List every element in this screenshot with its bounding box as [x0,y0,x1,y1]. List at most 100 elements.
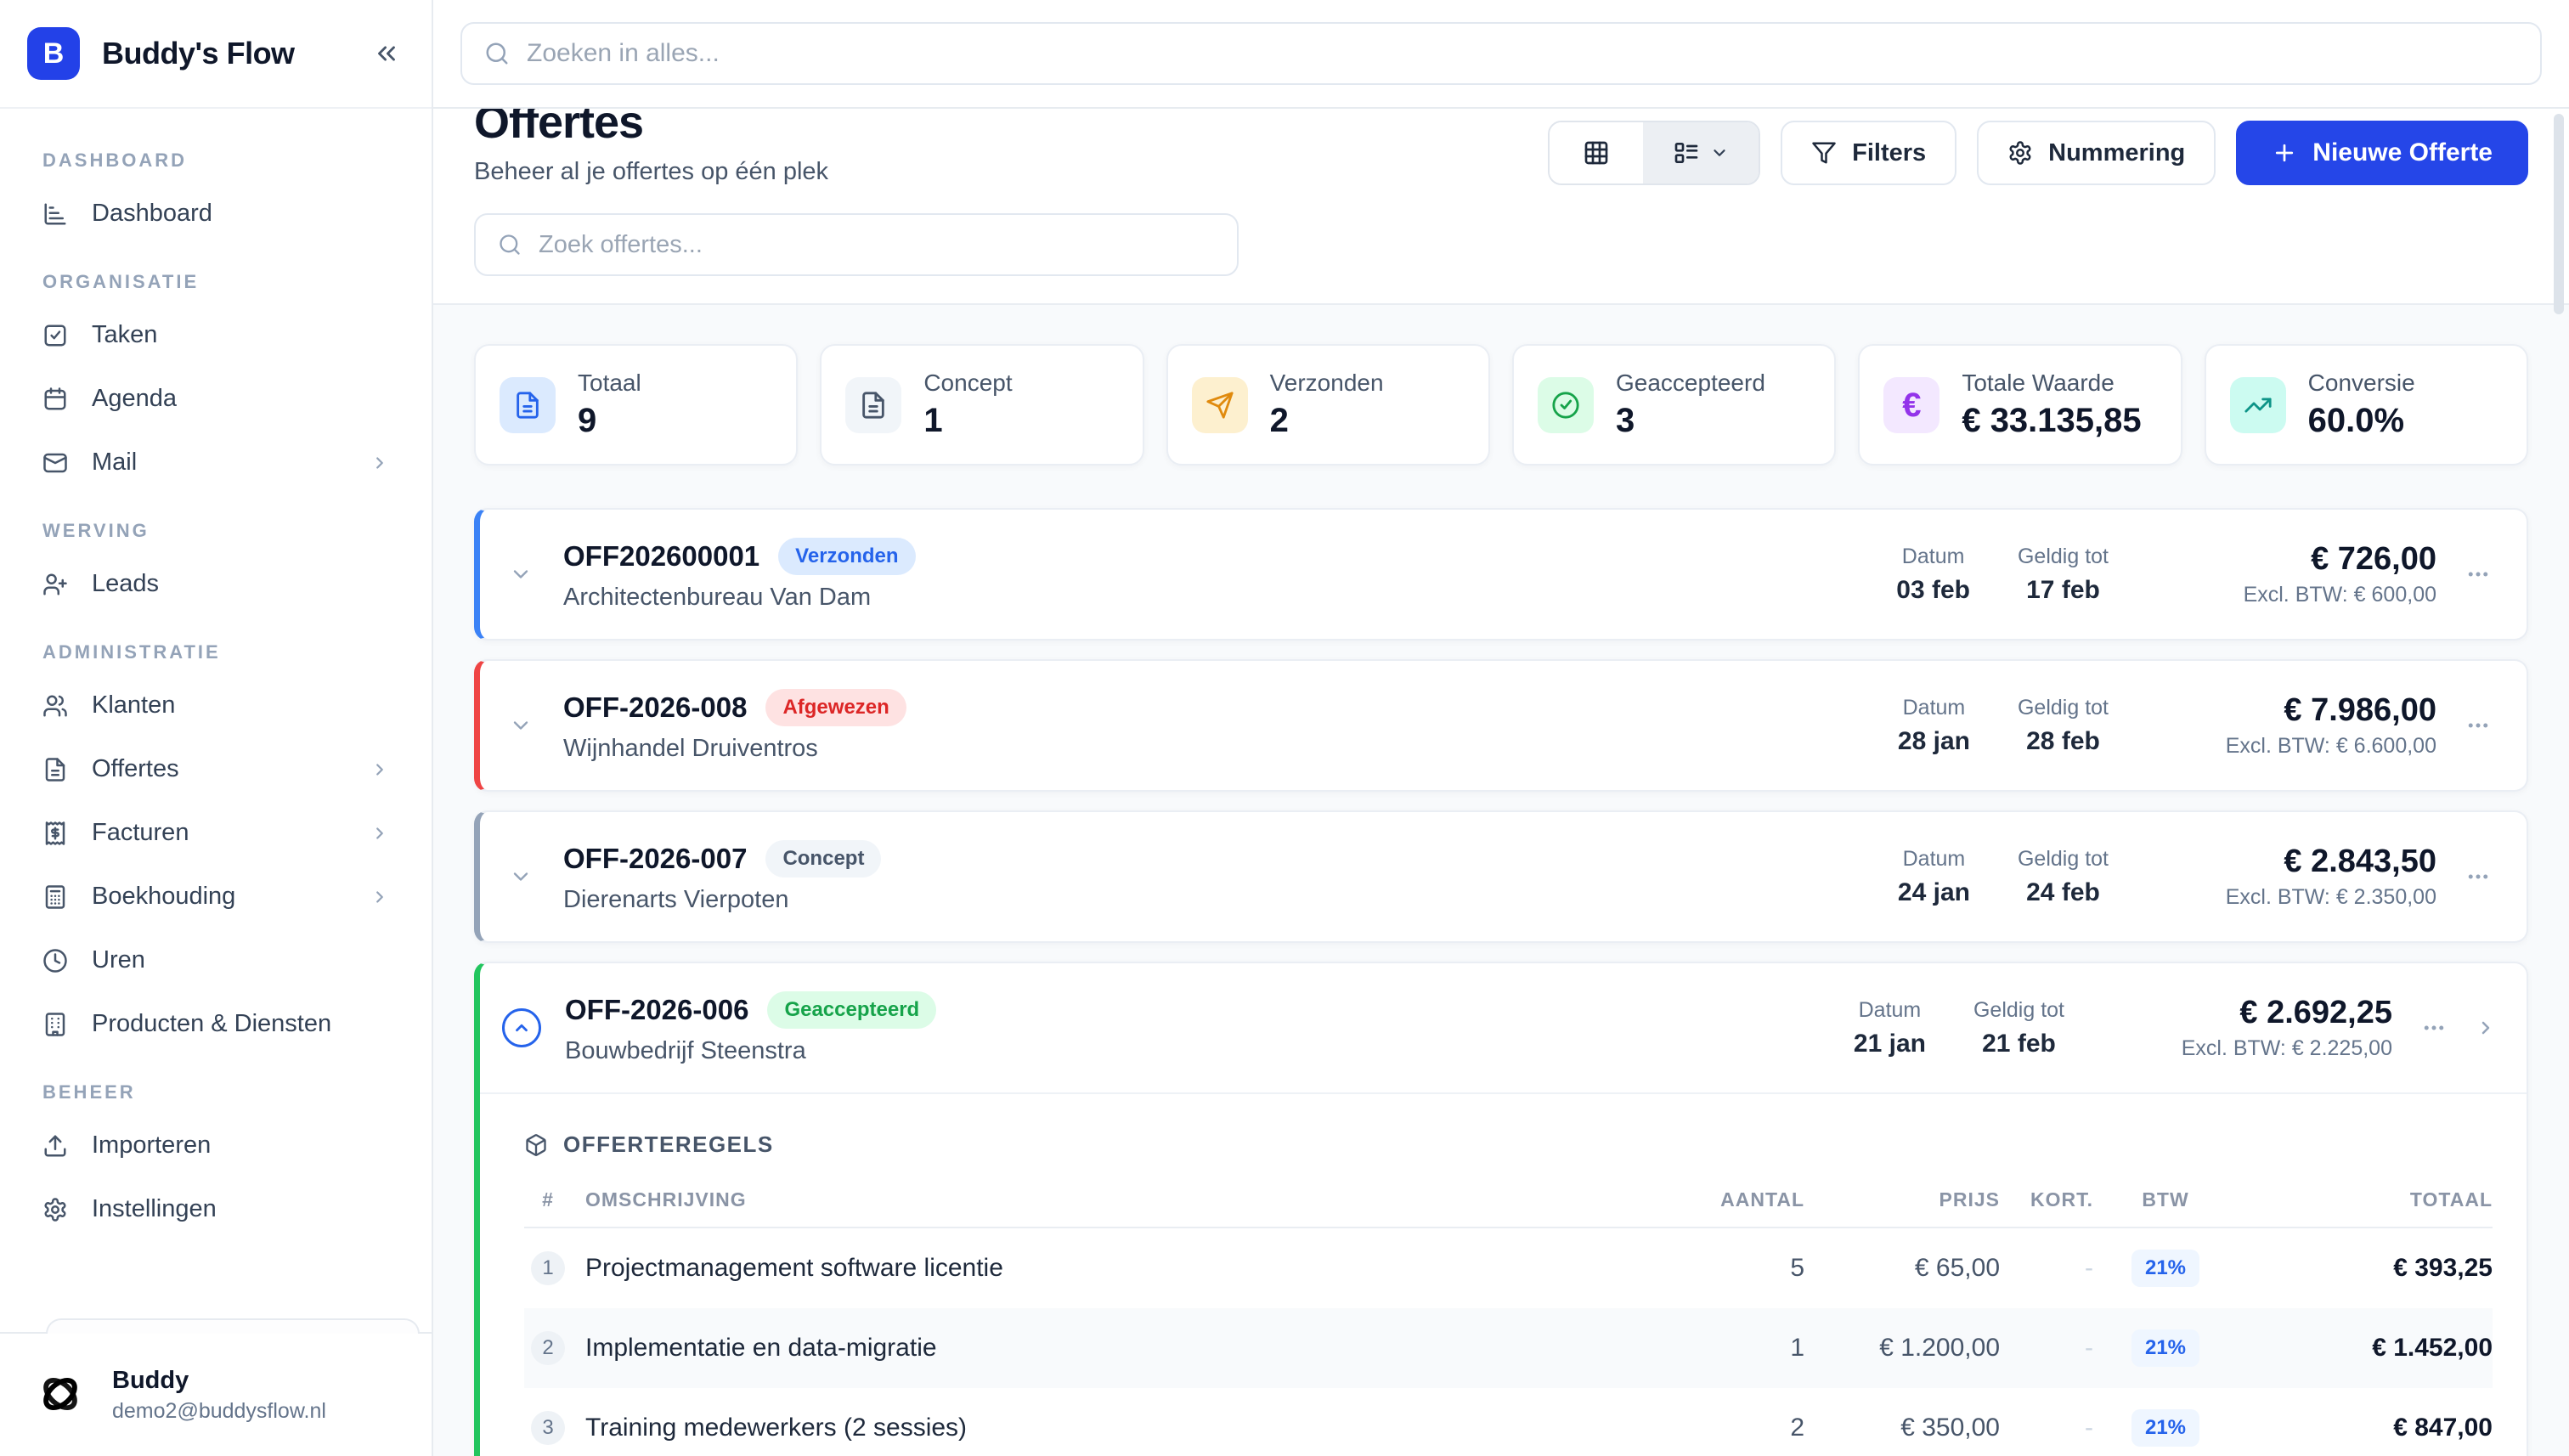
sidebar-item-producten[interactable]: Producten & Diensten [22,992,409,1056]
more-menu-icon[interactable] [2460,864,2496,889]
sidebar-item-leads[interactable]: Leads [22,552,409,616]
line-item-row: 1 Projectmanagement software licentie 5 … [524,1228,2493,1308]
sidebar-nav: DASHBOARD Dashboard ORGANISATIE Taken Ag… [0,109,432,1241]
chevron-down-icon[interactable] [502,714,539,737]
quote-id: OFF-2026-008 [563,691,747,724]
more-menu-icon[interactable] [2460,562,2496,587]
sidebar-item-label: Importeren [92,1132,211,1160]
sidebar-collapse-icon[interactable] [372,39,401,68]
quote-card[interactable]: OFF-2026-008 Afgewezen Wijnhandel Druive… [474,659,2528,792]
sidebar-item-label: Uren [92,946,145,974]
section-label-administratie: ADMINISTRATIE [22,641,409,663]
status-badge: Afgewezen [765,689,906,726]
stat-card-geaccepteerd: Geaccepteerd3 [1512,344,1836,466]
chevron-down-icon[interactable] [502,865,539,889]
app-title: Buddy's Flow [102,36,295,71]
nummering-button[interactable]: Nummering [1977,121,2216,185]
bar-chart-icon [42,201,68,227]
stats-row: Totaal9 Concept1 Verzonden2 Geaccepteerd… [474,344,2528,466]
scrollbar-thumb[interactable] [2554,114,2564,314]
line-number: 3 [531,1411,565,1445]
more-menu-icon[interactable] [2460,713,2496,738]
quote-geldig-tot: Geldig tot28 feb [2018,696,2109,756]
sidebar-item-importeren[interactable]: Importeren [22,1114,409,1177]
quote-amount: € 726,00Excl. BTW: € 600,00 [2156,541,2436,607]
sidebar-item-agenda[interactable]: Agenda [22,367,409,431]
building-icon [42,1012,68,1037]
upload-icon [42,1133,68,1159]
quote-datum: Datum03 feb [1896,545,1970,605]
sidebar-item-label: Agenda [92,385,177,413]
quote-geldig-tot: Geldig tot21 feb [1973,998,2064,1058]
sidebar-item-instellingen[interactable]: Instellingen [22,1177,409,1241]
app-logo: B [27,27,80,80]
sidebar-item-facturen[interactable]: Facturen [22,801,409,865]
sidebar-item-klanten[interactable]: Klanten [22,674,409,737]
stat-card-conversie: Conversie60.0% [2205,344,2528,466]
circle-check-icon [1538,377,1594,433]
trending-up-icon [2230,377,2286,433]
user-plus-icon [42,572,68,597]
stat-card-totaal: Totaal9 [474,344,798,466]
btw-badge: 21% [2131,1409,2199,1447]
quote-datum: Datum21 jan [1854,998,1926,1058]
sidebar-item-boekhouding[interactable]: Boekhouding [22,865,409,928]
search-icon [484,41,510,66]
package-icon [524,1133,548,1157]
euro-icon: € [1883,377,1939,433]
filters-button[interactable]: Filters [1781,121,1956,185]
global-search[interactable] [460,22,2542,85]
chevron-right-icon[interactable] [2476,1018,2496,1038]
file-text-icon [500,377,556,433]
more-menu-icon[interactable] [2416,1015,2452,1041]
quote-search[interactable] [474,213,1239,276]
clock-icon [42,948,68,973]
quote-card-expanded[interactable]: OFF-2026-006 Geaccepteerd Bouwbedrijf St… [474,962,2528,1456]
grid-icon [1583,139,1610,166]
list-view-button[interactable] [1643,122,1759,183]
sidebar-item-label: Producten & Diensten [92,1010,331,1038]
gear-icon [42,1197,68,1222]
offerteregels-header: OFFERTEREGELS [524,1132,2493,1158]
quote-datum: Datum24 jan [1898,847,1970,907]
chevron-up-icon[interactable] [502,1008,541,1047]
funnel-icon [1811,140,1837,166]
new-quote-button[interactable]: Nieuwe Offerte [2236,121,2528,185]
quote-card[interactable]: OFF202600001 Verzonden Architectenbureau… [474,508,2528,641]
quote-geldig-tot: Geldig tot17 feb [2018,545,2109,605]
file-text-icon [42,757,68,782]
quote-search-input[interactable] [539,231,1215,259]
stat-value: 3 [1616,402,1765,440]
stat-value: € 33.135,85 [1962,402,2141,440]
grid-view-button[interactable] [1550,122,1643,183]
status-badge: Concept [765,840,881,878]
section-label-werving: WERVING [22,520,409,542]
app-window: B Buddy's Flow DASHBOARD Dashboard ORGAN… [0,0,2569,1456]
plus-icon [2272,140,2297,166]
line-number: 2 [531,1331,565,1365]
quote-datum: Datum28 jan [1898,696,1970,756]
btw-badge: 21% [2131,1250,2199,1287]
receipt-icon [42,821,68,846]
sidebar-item-offertes[interactable]: Offertes [22,737,409,801]
chevron-down-icon[interactable] [502,562,539,586]
mail-icon [42,450,68,476]
quote-card[interactable]: OFF-2026-007 Concept Dierenarts Vierpote… [474,810,2528,943]
sidebar-item-taken[interactable]: Taken [22,303,409,367]
sidebar-item-mail[interactable]: Mail [22,431,409,494]
stat-value: 9 [578,402,641,440]
sidebar-item-label: Dashboard [92,200,212,228]
view-toggle [1548,121,1760,185]
user-name: Buddy [112,1367,326,1395]
status-badge: Geaccepteerd [767,991,936,1029]
quote-id: OFF202600001 [563,540,759,573]
user-profile[interactable]: Buddy demo2@buddysflow.nl [0,1332,432,1456]
toolbar: Filters Nummering Nieuwe Offerte [1548,121,2528,185]
sidebar-item-label: Leads [92,570,159,598]
sidebar-item-uren[interactable]: Uren [22,928,409,992]
global-search-input[interactable] [527,39,2518,68]
quote-amount: € 2.692,25Excl. BTW: € 2.225,00 [2112,995,2392,1061]
quote-geldig-tot: Geldig tot24 feb [2018,847,2109,907]
file-text-icon [845,377,901,433]
sidebar-item-dashboard[interactable]: Dashboard [22,182,409,245]
